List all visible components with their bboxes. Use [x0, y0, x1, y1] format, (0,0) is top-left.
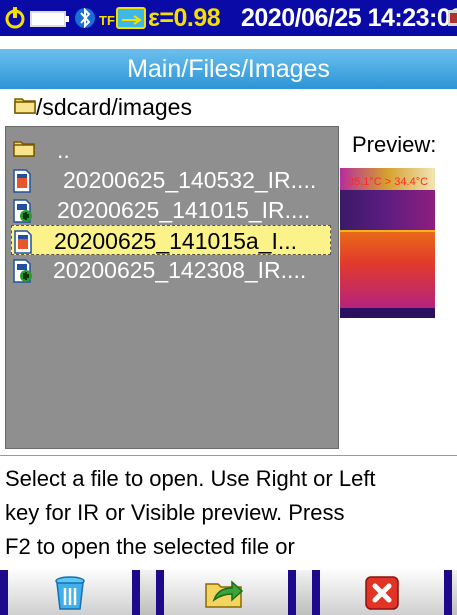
file-list[interactable]: .. 20200625_140532_IR.... 20200625_14101…: [5, 126, 339, 449]
alarm-icon: [448, 10, 457, 26]
thermal-preview-image: 35.1°C > 34.4°C: [340, 168, 435, 318]
ir-image-with-audio-icon: [13, 259, 32, 283]
list-item-file[interactable]: 20200625_142308_IR....: [11, 255, 331, 285]
folder-icon: [13, 141, 35, 157]
preview-info-strip: [340, 308, 435, 318]
function-key-bar: [0, 570, 457, 615]
emissivity-value: ε=0.98: [148, 4, 221, 32]
sd-card-icon: TF: [99, 13, 115, 28]
file-name: 20200625_142308_IR....: [53, 257, 307, 283]
list-item-file-selected[interactable]: 20200625_141015a_I...: [11, 225, 331, 255]
power-icon: [5, 7, 25, 29]
ir-image-icon: [13, 169, 31, 193]
ir-image-icon: [14, 230, 32, 254]
list-item-parent-folder[interactable]: ..: [11, 135, 331, 165]
close-button[interactable]: [312, 570, 452, 615]
bluetooth-icon: [75, 7, 95, 29]
ir-image-with-audio-icon: [13, 199, 32, 223]
time: 14:23:08: [367, 4, 457, 32]
file-name: 20200625_140532_IR....: [63, 167, 317, 193]
file-name: 20200625_141015_IR....: [57, 197, 311, 223]
delete-button[interactable]: [0, 570, 140, 615]
file-name: 20200625_141015a_I...: [54, 228, 298, 254]
preview-temperature-readout: 35.1°C > 34.4°C: [348, 176, 429, 188]
open-arrow-icon: [205, 579, 244, 608]
help-panel: Select a file to open. Use Right or Left…: [0, 455, 457, 567]
list-item-file[interactable]: 20200625_141015_IR....: [11, 195, 331, 225]
list-item-file[interactable]: 20200625_140532_IR....: [11, 165, 331, 195]
folder-icon: [14, 98, 36, 114]
battery-icon: [30, 11, 69, 27]
close-icon: [365, 575, 399, 610]
svg-text:TF: TF: [99, 13, 115, 28]
preview-hot-region: [340, 230, 435, 308]
preview-label: Preview:: [352, 132, 437, 157]
file-name: ..: [57, 137, 70, 163]
date-time: 2020/06/25 14:23:08: [241, 4, 457, 33]
help-text: Select a file to open. Use Right or Left…: [5, 466, 376, 559]
trash-icon: [55, 575, 85, 610]
page-title: Main/Files/Images: [0, 49, 457, 89]
current-path: /sdcard/images: [36, 94, 192, 120]
usb-storage-icon: [116, 7, 146, 29]
open-button[interactable]: [156, 570, 296, 615]
date: 2020/06/25: [241, 4, 362, 32]
status-bar: TF ε=0.98 2020/06/25 14:23:08: [0, 0, 457, 36]
